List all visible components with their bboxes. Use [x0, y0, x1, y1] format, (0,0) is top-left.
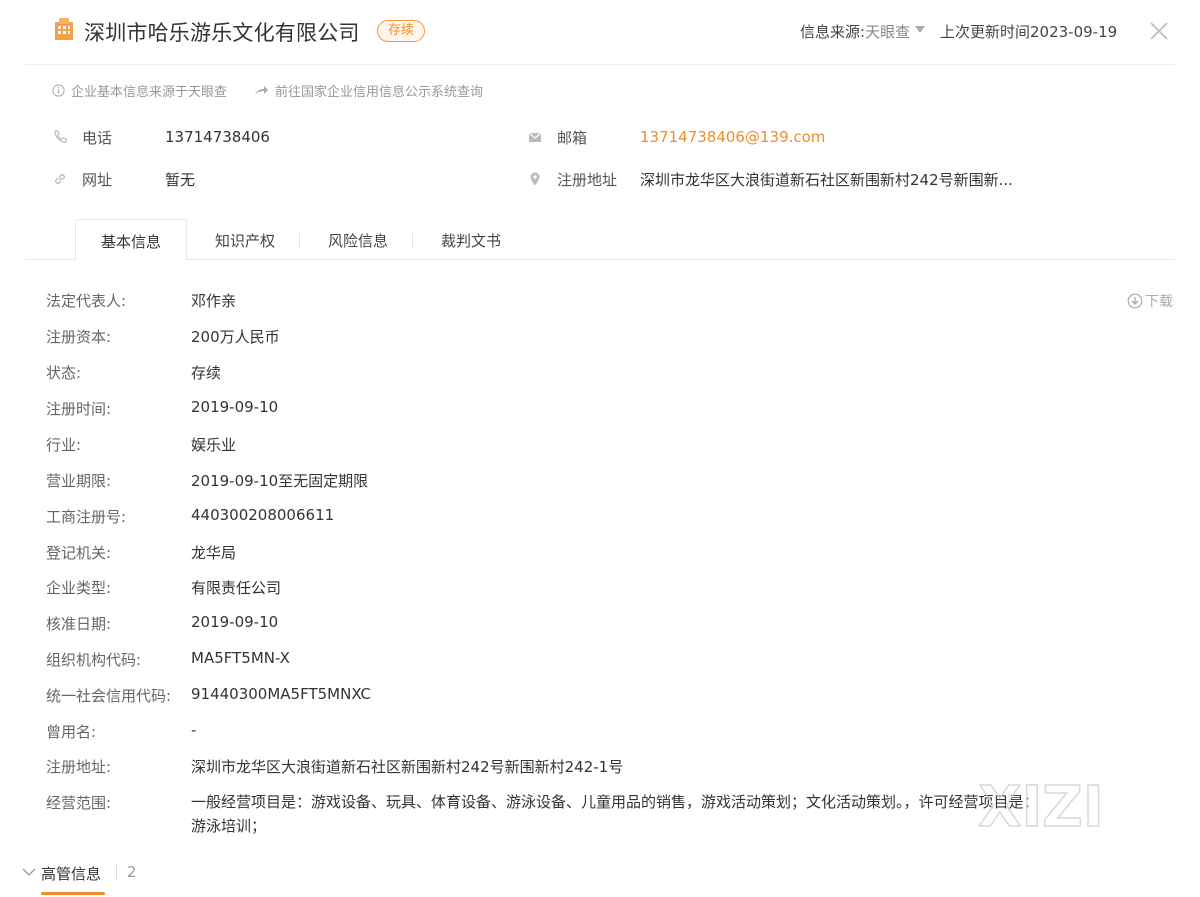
- header-divider: [25, 64, 1175, 65]
- contact-phone-label: 电话: [82, 128, 113, 147]
- link-icon: [55, 174, 65, 184]
- download-circle-icon: [1127, 293, 1143, 309]
- info-key: 统一社会信用代码:: [46, 687, 172, 705]
- contact-address: 注册地址 深圳市龙华区大浪街道新石社区新围新村242号新围新...: [527, 169, 1013, 189]
- info-value: 娱乐业: [191, 436, 237, 454]
- tab-intellectual-property[interactable]: 知识产权: [189, 219, 301, 260]
- info-value: 91440300MA5FT5MNXC: [191, 685, 371, 703]
- info-key: 营业期限:: [46, 472, 112, 490]
- info-key: 注册资本:: [46, 328, 112, 346]
- phone-icon: [54, 130, 67, 143]
- building-icon: [55, 18, 73, 40]
- info-value: -: [191, 721, 197, 739]
- location-pin-icon: [530, 172, 540, 186]
- info-value: 深圳市龙华区大浪街道新石社区新围新村242号新围新村242-1号: [191, 758, 624, 776]
- info-source-value: 天眼查: [865, 23, 911, 41]
- business-scope-value: 一般经营项目是：游戏设备、玩具、体育设备、游泳设备、儿童用品的销售，游戏活动策划…: [191, 793, 1039, 835]
- info-source[interactable]: 信息来源:天眼查: [800, 21, 910, 42]
- info-key: 行业:: [46, 436, 82, 454]
- info-key: 经营范围:: [46, 794, 112, 812]
- contact-address-value: 深圳市龙华区大浪街道新石社区新围新村242号新围新...: [640, 170, 1013, 189]
- info-value: 龙华局: [191, 544, 237, 562]
- contact-phone-value: 13714738406: [165, 128, 270, 146]
- info-value: 2019-09-10至无固定期限: [191, 472, 369, 490]
- tab-basic-info[interactable]: 基本信息: [75, 219, 187, 261]
- company-name: 深圳市哈乐游乐文化有限公司: [84, 21, 360, 45]
- info-key: 注册时间:: [46, 400, 112, 418]
- contact-email-label: 邮箱: [557, 128, 588, 147]
- contact-website: 网址 暂无: [52, 169, 195, 189]
- executives-divider: [116, 865, 117, 881]
- info-key: 核准日期:: [46, 615, 112, 633]
- info-source-label: 信息来源:: [800, 23, 866, 41]
- info-value: MA5FT5MN-X: [191, 649, 290, 667]
- info-value: 2019-09-10: [191, 398, 279, 416]
- contact-email-value[interactable]: 13714738406@139.com: [640, 128, 825, 146]
- forward-arrow-icon: [255, 86, 268, 95]
- info-key: 工商注册号:: [46, 508, 127, 526]
- note-source: 企业基本信息来源于天眼查: [52, 81, 227, 100]
- note-source-text: 企业基本信息来源于天眼查: [71, 85, 228, 100]
- info-key: 曾用名:: [46, 723, 97, 741]
- download-label: 下载: [1145, 294, 1173, 310]
- status-badge: 存续: [377, 20, 426, 42]
- executives-title[interactable]: 高管信息: [41, 863, 101, 884]
- download-button[interactable]: 下载: [1127, 291, 1173, 311]
- contact-website-value: 暂无: [165, 170, 196, 189]
- contact-phone: 电话 13714738406: [52, 127, 270, 147]
- contact-email: 邮箱 13714738406@139.com: [527, 127, 825, 147]
- detail-tabs: 基本信息 知识产权 风险信息 裁判文书: [25, 219, 1175, 261]
- info-value: 2019-09-10: [191, 613, 279, 631]
- chevron-down-icon[interactable]: [22, 867, 36, 877]
- tab-risk-info[interactable]: 风险信息: [302, 219, 414, 260]
- tab-divider: [299, 233, 300, 249]
- note-gov-link-text: 前往国家企业信用信息公示系统查询: [275, 85, 484, 100]
- info-key: 注册地址:: [46, 758, 112, 776]
- contact-website-label: 网址: [82, 170, 113, 189]
- info-value: 200万人民币: [191, 328, 280, 346]
- close-icon[interactable]: [1148, 20, 1170, 42]
- note-gov-link[interactable]: 前往国家企业信用信息公示系统查询: [254, 81, 483, 100]
- caret-down-icon[interactable]: [915, 26, 925, 33]
- info-key: 法定代表人:: [46, 292, 127, 310]
- info-circle-icon: [52, 84, 65, 97]
- last-updated: 上次更新时间2023-09-19: [940, 23, 1118, 41]
- info-value: 有限责任公司: [191, 579, 282, 597]
- contact-address-label: 注册地址: [557, 170, 618, 189]
- info-value: 440300208006611: [191, 506, 335, 524]
- detail-header: 深圳市哈乐游乐文化有限公司 存续 信息来源:天眼查 上次更新时间2023-09-…: [0, 0, 1200, 64]
- info-key: 登记机关:: [46, 544, 112, 562]
- executives-count: 2: [127, 863, 137, 881]
- info-value: 邓作亲: [191, 292, 237, 310]
- info-key: 企业类型:: [46, 579, 112, 597]
- info-value: 存续: [191, 364, 222, 382]
- info-key: 组织机构代码:: [46, 651, 142, 669]
- info-key: 状态:: [46, 364, 82, 382]
- tab-judgments[interactable]: 裁判文书: [415, 219, 527, 260]
- mail-icon: [528, 132, 542, 142]
- executives-active-underline: [41, 892, 105, 895]
- tab-divider: [412, 233, 413, 249]
